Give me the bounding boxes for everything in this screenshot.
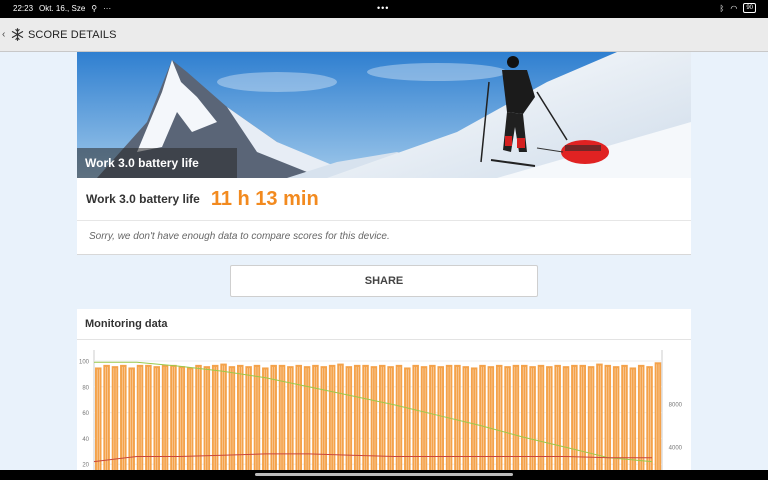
left-tick-label: 20: [82, 463, 89, 469]
chart-bar: [245, 366, 252, 480]
monitoring-chart: 100 80 60 40 20 8000 4000: [77, 340, 691, 480]
chart-bar: [512, 364, 520, 480]
chart-bar: [637, 364, 645, 480]
chart-bar: [103, 364, 110, 480]
right-tick-label: 4000: [669, 446, 683, 452]
chart-bar: [237, 364, 244, 480]
clock: 22:23: [13, 4, 34, 13]
chart-bar: [621, 364, 628, 480]
chart-bar: [153, 366, 160, 480]
chart-bar: [395, 364, 403, 480]
page-title: SCORE DETAILS: [28, 28, 117, 41]
chart-bar: [312, 364, 319, 480]
chart-bar: [462, 366, 470, 480]
monitoring-panel: Monitoring data 100 80 60 40 20 8000 4000: [77, 309, 691, 480]
chart-bar: [337, 363, 344, 480]
left-tick-label: 80: [82, 385, 89, 391]
chart-bar: [95, 367, 102, 480]
chart-bar: [404, 367, 411, 480]
monitoring-chart-svg: 100 80 60 40 20 8000 4000: [79, 350, 683, 480]
chart-bar: [353, 364, 361, 480]
chart-bar: [345, 366, 353, 480]
result-score: 11 h 13 min: [210, 187, 319, 210]
snowflake-icon: [10, 28, 24, 42]
chart-bar: [562, 366, 570, 480]
chart-bar: [454, 364, 461, 480]
left-tick-label: 100: [79, 360, 90, 366]
wifi-icon: ◠: [730, 3, 738, 13]
chart-bar: [546, 366, 553, 480]
chart-bar: [495, 364, 503, 480]
hero-caption: Work 3.0 battery life: [77, 148, 237, 178]
chart-bar: [429, 364, 436, 480]
left-tick-label: 40: [82, 437, 89, 443]
share-button[interactable]: SHARE: [230, 265, 538, 297]
more-notifications-icon: ···: [103, 4, 112, 13]
chart-bar: [554, 364, 561, 480]
center-dots: •••: [377, 3, 390, 13]
left-tick-label: 60: [82, 411, 89, 417]
result-label: Work 3.0 battery life: [86, 192, 200, 206]
chart-bar: [178, 366, 186, 480]
chart-bar: [220, 363, 227, 480]
chart-bar: [479, 364, 486, 480]
chart-bar: [136, 364, 144, 480]
chart-bar: [111, 366, 119, 480]
chart-bar: [303, 366, 311, 480]
chart-bar: [571, 364, 578, 480]
monitoring-title: Monitoring data: [77, 309, 691, 340]
no-comparison-message: Sorry, we don't have enough data to comp…: [89, 231, 390, 242]
chart-bar: [537, 364, 545, 480]
chart-bar: [128, 367, 135, 480]
chart-bar: [529, 366, 536, 480]
chart-bar: [646, 366, 653, 480]
chart-bar: [420, 366, 428, 480]
battery-icon: 90: [743, 3, 756, 13]
chart-bar: [161, 364, 169, 480]
chart-bar: [186, 367, 194, 480]
chart-bar: [120, 364, 127, 480]
chart-bar: [654, 362, 662, 480]
chart-bar: [370, 366, 378, 480]
chart-bar: [629, 367, 637, 480]
chart-bar: [295, 364, 302, 480]
chart-bar: [579, 364, 586, 480]
chart-bar: [228, 366, 236, 480]
chart-bar: [521, 364, 528, 480]
date: Okt. 16., Sze: [39, 4, 86, 13]
chart-bar: [203, 366, 211, 480]
chart-bar: [170, 364, 177, 480]
chart-bar: [320, 366, 328, 480]
chart-bar: [504, 366, 511, 480]
home-gesture-bar[interactable]: [255, 473, 513, 476]
chart-bar: [211, 364, 219, 480]
location-icon: ⚲: [91, 4, 98, 13]
chart-bar: [604, 364, 612, 480]
chart-bar: [596, 363, 603, 480]
chart-bar: [145, 364, 152, 480]
chart-bar: [437, 366, 444, 480]
chart-bar: [487, 366, 495, 480]
right-tick-label: 8000: [669, 403, 683, 409]
benchmark-hero-image: Work 3.0 battery life: [77, 52, 691, 178]
chart-bar: [412, 364, 419, 480]
result-card: Work 3.0 battery life 11 h 13 min Sorry,…: [77, 178, 691, 255]
chart-bar: [328, 364, 336, 480]
result-row: Work 3.0 battery life 11 h 13 min: [77, 178, 691, 221]
navigation-bar: [0, 470, 768, 480]
bluetooth-icon: ᛒ: [719, 3, 725, 13]
chart-bar: [262, 367, 269, 480]
system-status-bar: 22:23 Okt. 16., Sze ⚲ ··· ••• ᛒ ◠ 90: [0, 0, 768, 18]
chart-bar: [270, 364, 277, 480]
chart-bar: [445, 364, 453, 480]
chart-bar: [612, 366, 620, 480]
chart-bar: [387, 366, 394, 480]
app-header: ‹ SCORE DETAILS: [0, 18, 768, 52]
chart-bar: [587, 366, 595, 480]
back-arrow-icon[interactable]: ‹: [2, 29, 10, 40]
chart-bar: [362, 364, 369, 480]
chart-bar: [253, 364, 261, 480]
chart-bar: [195, 364, 202, 480]
chart-bar: [379, 364, 386, 480]
